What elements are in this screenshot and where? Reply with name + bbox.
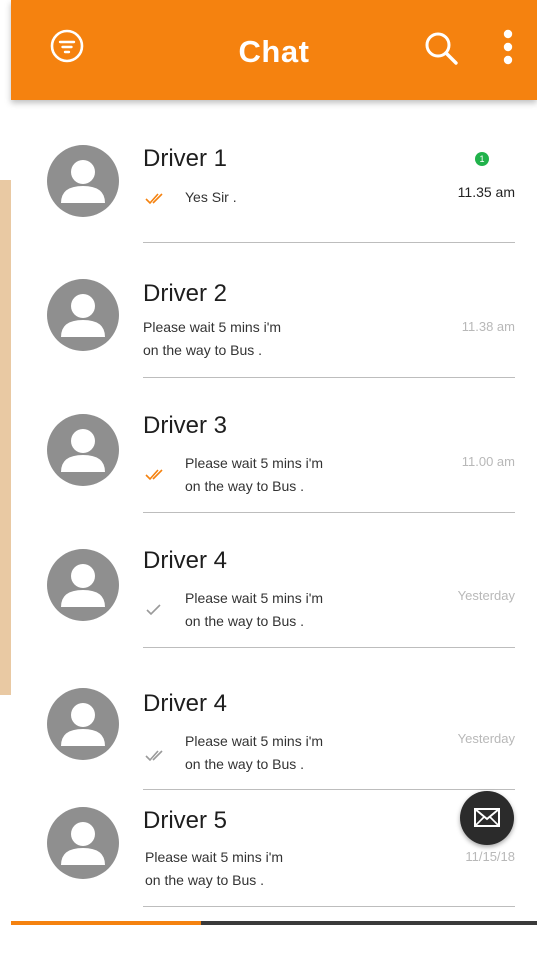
message-line: on the way to Bus . (185, 613, 305, 629)
chat-screen: Chat Driver 1 Yes Sir . 1 11.35 am Drive… (11, 0, 537, 957)
bottom-accent-bar (11, 921, 201, 925)
avatar (47, 414, 119, 486)
unread-badge: 1 (475, 152, 489, 166)
chat-row-driver-4[interactable]: Driver 4 Please wait 5 mins i'm on the w… (11, 535, 537, 650)
chat-row-driver-4-second[interactable]: Driver 4 Please wait 5 mins i'm on the w… (11, 675, 537, 790)
contact-name: Driver 2 (143, 280, 228, 307)
timestamp: 11/15/18 (465, 849, 515, 864)
divider (143, 242, 515, 243)
message-preview: Please wait 5 mins i'm on the way to Bus… (185, 452, 323, 498)
double-check-icon (145, 469, 163, 481)
divider (143, 512, 515, 513)
user-icon (61, 294, 105, 337)
search-icon[interactable] (423, 30, 461, 68)
avatar (47, 549, 119, 621)
divider (143, 377, 515, 378)
message-preview: Please wait 5 mins i'm on the way to Bus… (185, 730, 323, 776)
double-check-icon (145, 193, 163, 205)
contact-name: Driver 5 (143, 807, 228, 834)
avatar (47, 688, 119, 760)
chat-row-driver-3[interactable]: Driver 3 Please wait 5 mins i'm on the w… (11, 400, 537, 515)
message-preview: Please wait 5 mins i'm on the way to Bus… (145, 846, 283, 892)
avatar (47, 807, 119, 879)
user-icon (61, 703, 105, 746)
contact-name: Driver 4 (143, 547, 228, 574)
message-preview: Please wait 5 mins i'm on the way to Bus… (143, 316, 281, 362)
message-preview: Yes Sir . (185, 186, 237, 209)
user-icon (61, 429, 105, 472)
message-preview: Please wait 5 mins i'm on the way to Bus… (185, 587, 323, 633)
contact-name: Driver 3 (143, 412, 228, 439)
timestamp: Yesterday (457, 731, 515, 746)
message-line: Please wait 5 mins i'm (143, 319, 282, 335)
divider (143, 647, 515, 648)
avatar (47, 145, 119, 217)
message-line: Please wait 5 mins i'm (145, 849, 284, 865)
background-edge-strip (0, 180, 11, 695)
message-line: Please wait 5 mins i'm (185, 590, 324, 606)
message-line: Yes Sir . (185, 189, 237, 205)
compose-message-button[interactable] (460, 791, 514, 845)
chat-row-driver-5[interactable]: Driver 5 Please wait 5 mins i'm on the w… (11, 795, 537, 910)
divider (143, 789, 515, 790)
message-line: on the way to Bus . (143, 342, 263, 358)
double-check-icon (145, 750, 163, 762)
chat-row-driver-2[interactable]: Driver 2 Please wait 5 mins i'm on the w… (11, 265, 537, 380)
avatar (47, 279, 119, 351)
contact-name: Driver 4 (143, 690, 228, 717)
message-line: Please wait 5 mins i'm (185, 455, 324, 471)
bottom-dark-bar (201, 921, 537, 925)
user-icon (61, 822, 105, 865)
user-icon (61, 160, 105, 203)
more-vertical-icon[interactable] (500, 28, 516, 68)
timestamp: 11.00 am (461, 454, 515, 469)
chat-row-driver-1[interactable]: Driver 1 Yes Sir . 1 11.35 am (11, 130, 537, 245)
mail-icon (474, 808, 500, 827)
message-line: Please wait 5 mins i'm (185, 733, 324, 749)
app-header: Chat (11, 0, 537, 100)
timestamp: 11.38 am (461, 319, 515, 334)
contact-name: Driver 1 (143, 145, 228, 172)
message-line: on the way to Bus . (185, 756, 305, 772)
divider (143, 906, 515, 907)
message-line: on the way to Bus . (185, 478, 305, 494)
user-icon (61, 564, 105, 607)
timestamp: Yesterday (457, 588, 515, 603)
single-check-icon (146, 604, 161, 616)
timestamp: 11.35 am (457, 184, 515, 200)
message-line: on the way to Bus . (145, 872, 265, 888)
